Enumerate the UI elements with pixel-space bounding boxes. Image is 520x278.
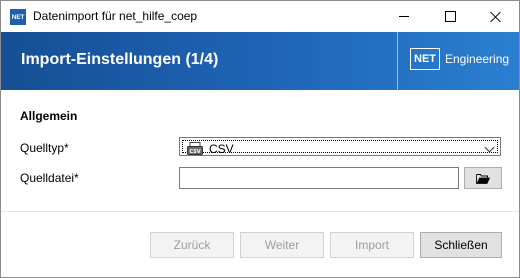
header-banner: Import-Einstellungen (1/4) NET Engineeri…	[1, 32, 519, 90]
source-type-select[interactable]: CSV CSV	[179, 137, 501, 156]
next-button[interactable]: Weiter	[240, 232, 324, 258]
back-button[interactable]: Zurück	[150, 232, 234, 258]
svg-text:CSV: CSV	[189, 149, 200, 155]
focus-outline: CSV CSV	[182, 140, 498, 156]
close-icon	[490, 11, 502, 23]
section-title: Allgemein	[20, 109, 78, 123]
import-button[interactable]: Import	[330, 232, 414, 258]
minimize-icon	[399, 16, 409, 17]
minimize-button[interactable]	[381, 1, 427, 32]
window-title: Datenimport für net_hilfe_coep	[33, 9, 198, 23]
folder-open-icon	[476, 173, 490, 184]
source-file-label: Quelldatei*	[20, 171, 79, 185]
logo-divider	[397, 32, 398, 90]
source-type-value: CSV	[209, 142, 234, 156]
title-bar: NET Datenimport für net_hilfe_coep	[1, 1, 519, 32]
maximize-button[interactable]	[427, 1, 473, 32]
csv-file-icon: CSV	[187, 142, 203, 155]
import-dialog: NET Datenimport für net_hilfe_coep Impor…	[0, 0, 520, 278]
app-icon: NET	[10, 9, 26, 25]
close-button[interactable]: Schließen	[420, 232, 502, 258]
maximize-icon	[444, 11, 456, 22]
page-title: Import-Einstellungen (1/4)	[21, 51, 219, 68]
chevron-down-icon	[484, 142, 495, 153]
logo-text: Engineering	[445, 52, 510, 66]
source-file-input[interactable]	[179, 167, 459, 189]
browse-button[interactable]	[464, 167, 502, 189]
close-window-button[interactable]	[473, 1, 519, 32]
net-logo-mark: NET	[410, 48, 440, 70]
footer-separator	[1, 211, 519, 212]
source-type-label: Quelltyp*	[20, 141, 69, 155]
